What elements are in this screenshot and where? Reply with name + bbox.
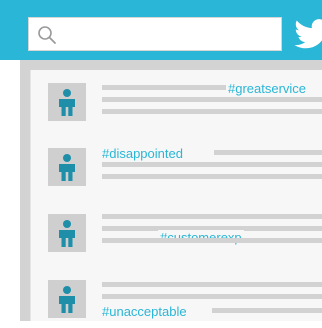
twitter-bird-icon xyxy=(294,19,322,49)
avatar xyxy=(48,148,86,186)
text-line xyxy=(102,109,322,114)
twitter-feed-illustration: #greatservice #disappointed #customerexp xyxy=(0,0,322,321)
text-line xyxy=(214,150,322,155)
tweet-row[interactable]: #disappointed xyxy=(30,140,322,196)
text-line xyxy=(102,282,322,287)
avatar xyxy=(48,214,86,252)
search-input[interactable] xyxy=(65,18,279,52)
text-line xyxy=(212,308,322,313)
text-line xyxy=(102,97,322,102)
text-line xyxy=(102,294,322,299)
avatar xyxy=(48,83,86,121)
hashtag-label[interactable]: #disappointed xyxy=(100,146,185,161)
tweet-row[interactable]: #greatservice xyxy=(30,75,322,131)
avatar xyxy=(48,280,86,318)
tweet-row[interactable]: #unacceptable xyxy=(30,272,322,328)
text-line xyxy=(102,238,322,243)
search-bar[interactable] xyxy=(28,17,282,52)
search-icon[interactable] xyxy=(37,25,57,45)
user-icon xyxy=(59,220,75,247)
user-icon xyxy=(59,154,75,181)
user-icon xyxy=(59,286,75,313)
hashtag-label[interactable]: #greatservice xyxy=(226,81,309,96)
text-line xyxy=(102,162,322,167)
text-line xyxy=(102,214,322,219)
text-line xyxy=(102,85,228,90)
text-line xyxy=(102,174,322,179)
user-icon xyxy=(59,89,75,116)
hashtag-label[interactable]: #unacceptable xyxy=(100,304,189,319)
tweet-row[interactable]: #customerexp xyxy=(30,206,322,262)
